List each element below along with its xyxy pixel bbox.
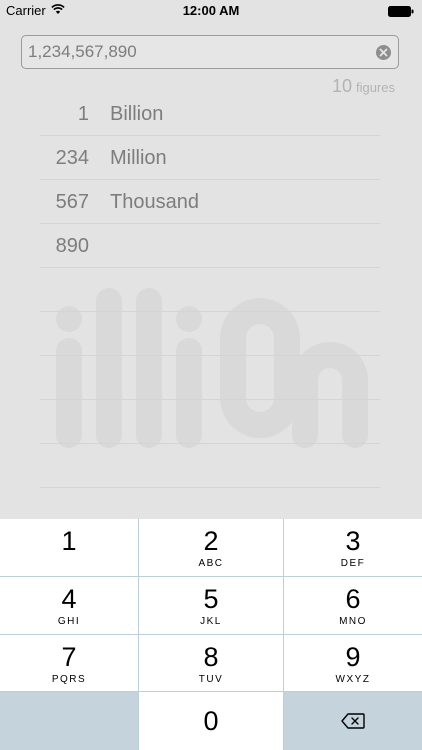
row-number: 234 (55, 147, 89, 169)
list-row: 1 Billion (40, 92, 380, 136)
key-9[interactable]: 9 WXYZ (284, 635, 422, 691)
battery-icon (388, 5, 414, 17)
key-letters: TUV (198, 674, 224, 685)
row-unit: Thousand (110, 191, 199, 213)
status-time: 12:00 AM (182, 3, 240, 18)
row-unit: Million (110, 147, 167, 169)
place-value-list: 1 Billion 234 Million 567 Thousand 890 (40, 92, 380, 488)
numeric-keypad: 1 2 ABC 3 DEF 4 GHI 5 JKL 6 MNO 7 PQRS 8… (0, 519, 422, 750)
key-letters: ABC (198, 558, 224, 569)
key-letters: MNO (339, 616, 367, 627)
list-row (40, 312, 380, 356)
key-letters: GHI (57, 616, 81, 627)
list-row: 234 Million (40, 136, 380, 180)
key-digit: 3 (345, 526, 361, 556)
key-digit: 5 (203, 584, 219, 614)
row-number: 567 (55, 191, 89, 213)
list-row: 890 (40, 224, 380, 268)
backspace-icon (341, 713, 365, 729)
row-unit: Billion (110, 103, 164, 125)
key-4[interactable]: 4 GHI (0, 577, 138, 634)
row-number: 890 (55, 235, 89, 257)
key-letters: DEF (340, 558, 366, 569)
key-digit: 1 (61, 526, 77, 556)
key-5[interactable]: 5 JKL (139, 577, 283, 634)
number-field[interactable] (21, 35, 399, 69)
key-digit: 2 (203, 526, 219, 556)
key-1[interactable]: 1 (0, 519, 138, 576)
list-row (40, 444, 380, 488)
list-row: 567 Thousand (40, 180, 380, 224)
key-letters: PQRS (51, 674, 87, 685)
list-row (40, 400, 380, 444)
number-input[interactable] (28, 36, 368, 68)
list-row (40, 268, 380, 312)
key-8[interactable]: 8 TUV (139, 635, 283, 691)
key-6[interactable]: 6 MNO (284, 577, 422, 634)
key-digit: 6 (345, 584, 361, 614)
row-number: 1 (77, 103, 89, 125)
key-digit: 4 (61, 584, 77, 614)
key-0[interactable]: 0 (139, 692, 283, 750)
key-letters: JKL (200, 616, 222, 627)
key-2[interactable]: 2 ABC (139, 519, 283, 576)
key-digit: 9 (345, 642, 361, 672)
key-digit: 0 (203, 706, 219, 736)
delete-key[interactable] (284, 692, 422, 750)
key-3[interactable]: 3 DEF (284, 519, 422, 576)
key-blank (0, 692, 138, 750)
status-bar: Carrier 12:00 AM (0, 0, 422, 22)
clear-icon[interactable] (376, 45, 391, 60)
list-row (40, 356, 380, 400)
key-letters: WXYZ (335, 674, 371, 685)
key-digit: 8 (203, 642, 219, 672)
key-digit: 7 (61, 642, 77, 672)
key-7[interactable]: 7 PQRS (0, 635, 138, 691)
